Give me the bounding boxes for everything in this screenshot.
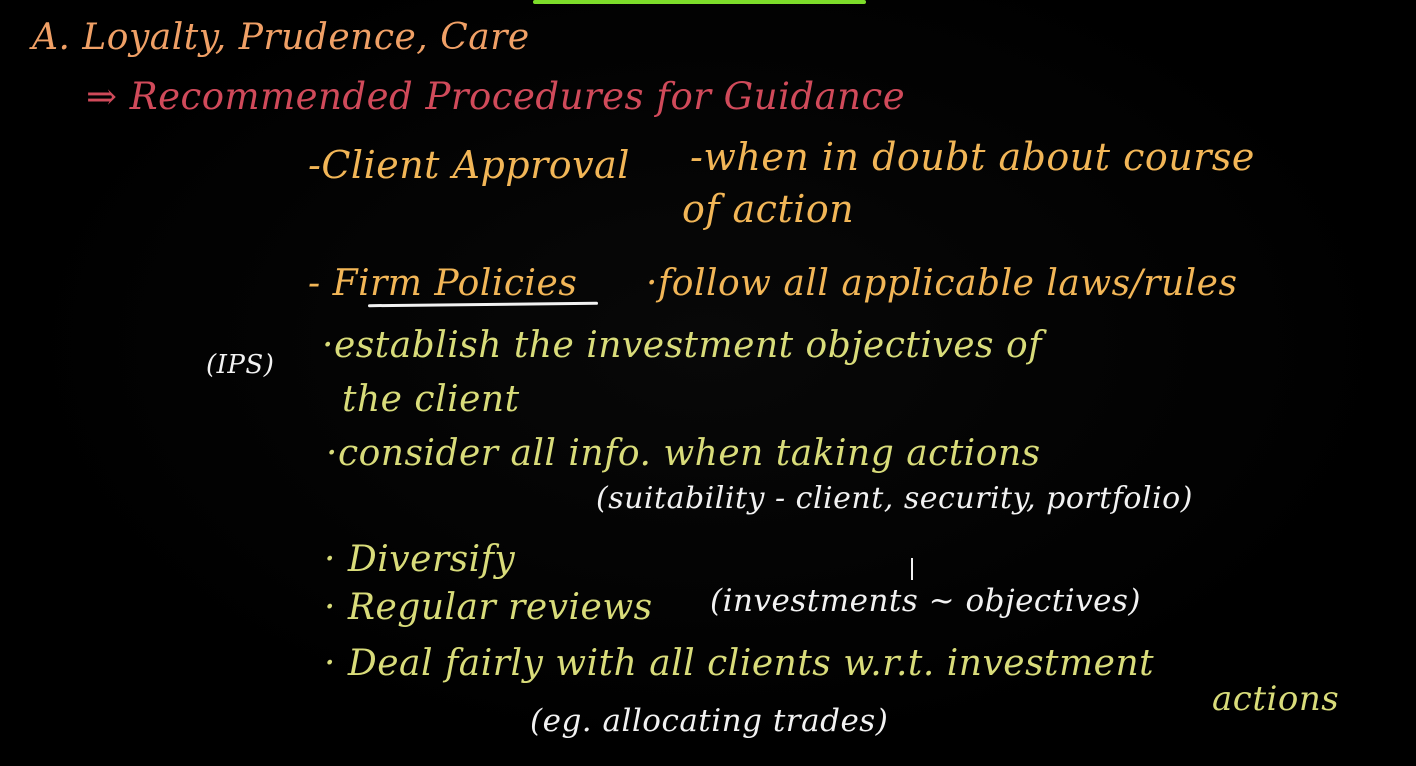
client-approval-text-cont: of action <box>682 187 855 231</box>
tick-mark <box>911 558 913 580</box>
heading-loyalty-prudence-care: A. Loyalty, Prudence, Care <box>32 17 530 58</box>
ips-tag: (IPS) <box>206 350 275 380</box>
regular-reviews-note: (investments ~ objectives) <box>710 583 1142 619</box>
firm-policies-label: - Firm Policies <box>308 263 578 304</box>
blackboard: A. Loyalty, Prudence, Care ⇒ Recommended… <box>0 0 1416 766</box>
subheading-recommended-procedures: ⇒ Recommended Procedures for Guidance <box>86 75 906 118</box>
bullet-deal-fairly: · Deal fairly with all clients w.r.t. in… <box>324 643 1155 684</box>
suitability-note: (suitability - client, security, portfol… <box>596 481 1193 516</box>
bullet-regular-reviews: · Regular reviews <box>324 587 653 628</box>
deal-fairly-example: (eg. allocating trades) <box>530 703 889 739</box>
bullet-deal-fairly-cont: actions <box>1212 679 1340 719</box>
bullet-diversify: · Diversify <box>324 539 516 580</box>
bullet-consider-all-info: ·consider all info. when taking actions <box>326 433 1041 474</box>
bullet-establish-objectives: ·establish the investment objectives of <box>322 325 1042 366</box>
green-divider-line <box>533 0 866 4</box>
client-approval-label: -Client Approval <box>308 143 630 187</box>
client-approval-text: -when in doubt about course <box>690 135 1255 179</box>
bullet-establish-objectives-cont: the client <box>342 379 520 420</box>
firm-policies-text: ·follow all applicable laws/rules <box>646 263 1238 304</box>
